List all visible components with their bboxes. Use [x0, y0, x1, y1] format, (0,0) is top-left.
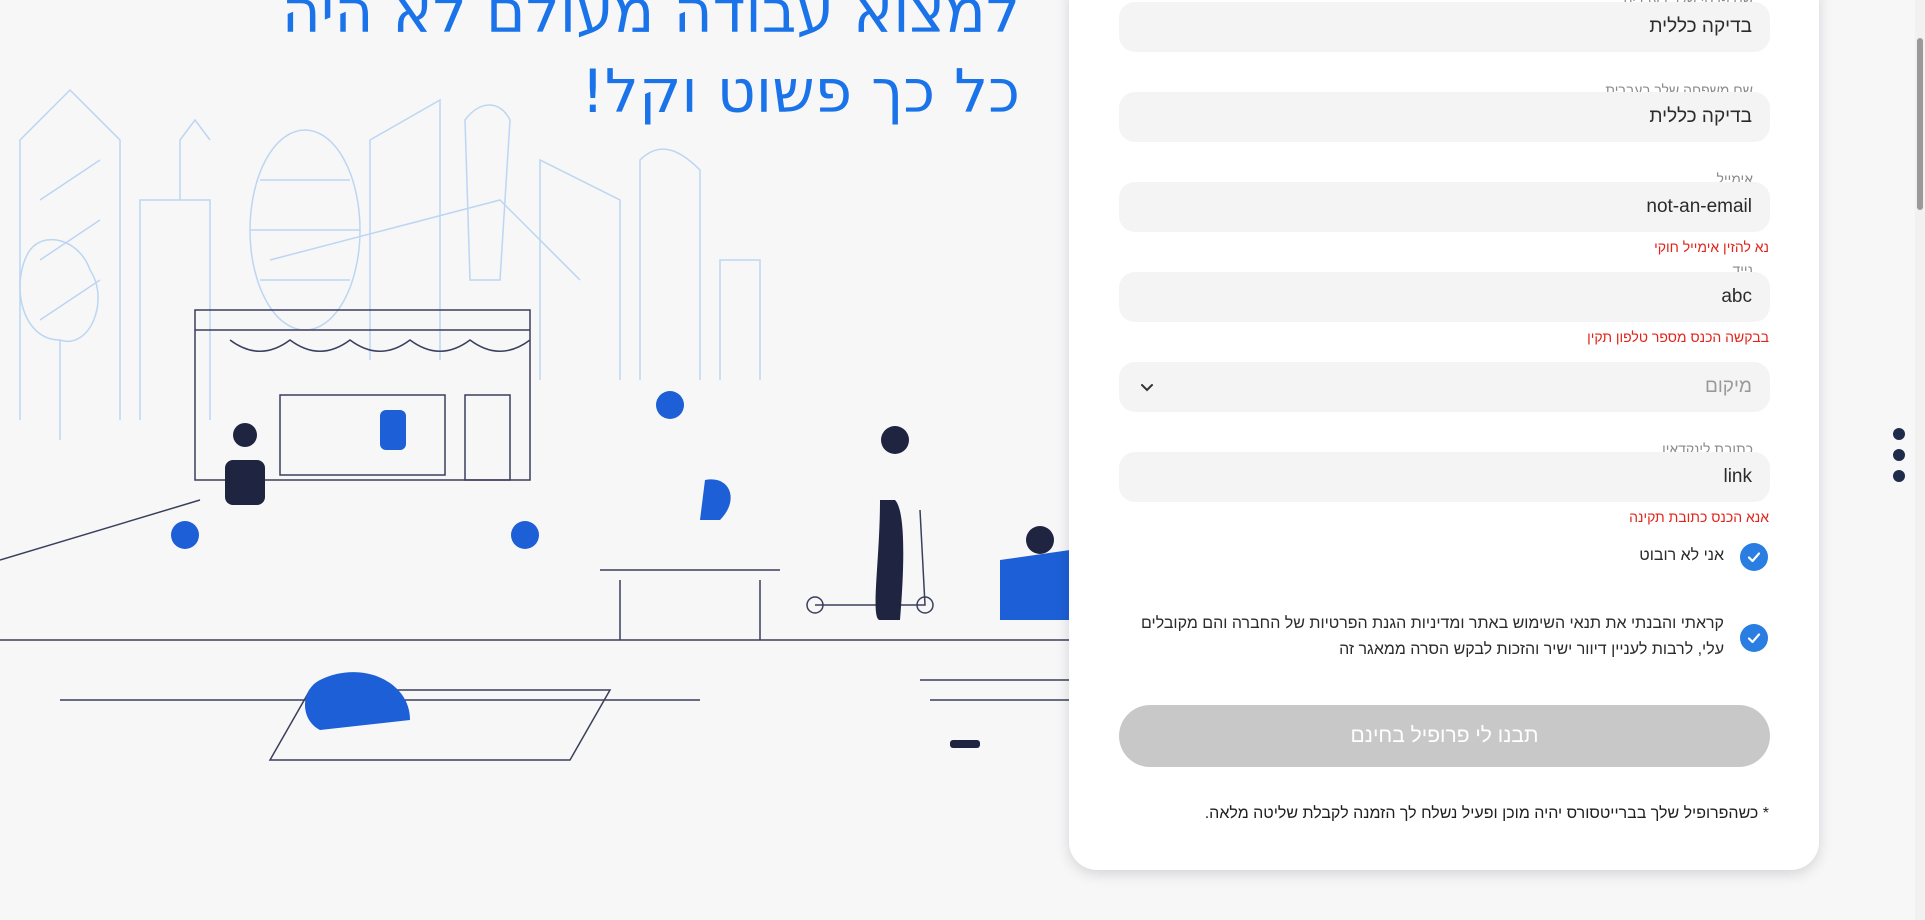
- email-error-message: נא להזין אימייל חוקי: [1654, 239, 1769, 255]
- pagination-dot-icon[interactable]: [1893, 449, 1905, 461]
- robot-checkbox[interactable]: [1740, 543, 1768, 571]
- scrollbar-thumb[interactable]: [1917, 38, 1923, 210]
- terms-label-line-2: עלי, לרבות לעניין דיוור ישיר והזכות לבקש…: [1339, 641, 1724, 658]
- pagination-dot-icon[interactable]: [1893, 470, 1905, 482]
- build-profile-button[interactable]: תבנו לי פרופיל בחינם: [1119, 705, 1770, 767]
- page-scrollbar[interactable]: [1915, 0, 1925, 920]
- chevron-down-icon: [1141, 384, 1153, 392]
- location-select[interactable]: מיקום: [1119, 362, 1770, 412]
- phone-error-message: בבקשה הכנס מספר טלפון תקין: [1587, 329, 1769, 345]
- terms-label-line-1: קראתי והבנתי את תנאי השימוש באתר ומדיניו…: [1141, 615, 1724, 632]
- phone-value: abc: [1721, 286, 1752, 307]
- terms-checkbox[interactable]: [1740, 624, 1768, 652]
- hero-headline-line-1: למצוא עבודה מעולם לא היה: [281, 0, 1020, 47]
- city-cafe-illustration: [0, 88, 1070, 761]
- first-name-input[interactable]: בדיקה כללית: [1119, 2, 1770, 52]
- email-input[interactable]: not-an-email: [1119, 182, 1770, 232]
- location-placeholder: מיקום: [1704, 376, 1752, 397]
- phone-input[interactable]: abc: [1119, 272, 1770, 322]
- last-name-input[interactable]: בדיקה כללית: [1119, 92, 1770, 142]
- linkedin-input[interactable]: link: [1119, 452, 1770, 502]
- terms-label: קראתי והבנתי את תנאי השימוש באתר ומדיניו…: [1104, 611, 1724, 663]
- linkedin-error-message: אנא הכנס כתובת תקינה: [1629, 509, 1769, 525]
- profile-footnote: * כשהפרופיל שלך בברייטסורס יהיה מוכן ופע…: [1204, 805, 1769, 822]
- pagination-dot-icon[interactable]: [1893, 428, 1905, 440]
- first-name-value: בדיקה כללית: [1649, 16, 1752, 37]
- checkmark-icon: [1747, 633, 1761, 644]
- robot-checkbox-label: אני לא רובוט: [1639, 547, 1724, 564]
- checkmark-icon: [1747, 552, 1761, 563]
- linkedin-value: link: [1723, 466, 1752, 487]
- last-name-value: בדיקה כללית: [1649, 106, 1752, 127]
- email-value: not-an-email: [1646, 196, 1752, 217]
